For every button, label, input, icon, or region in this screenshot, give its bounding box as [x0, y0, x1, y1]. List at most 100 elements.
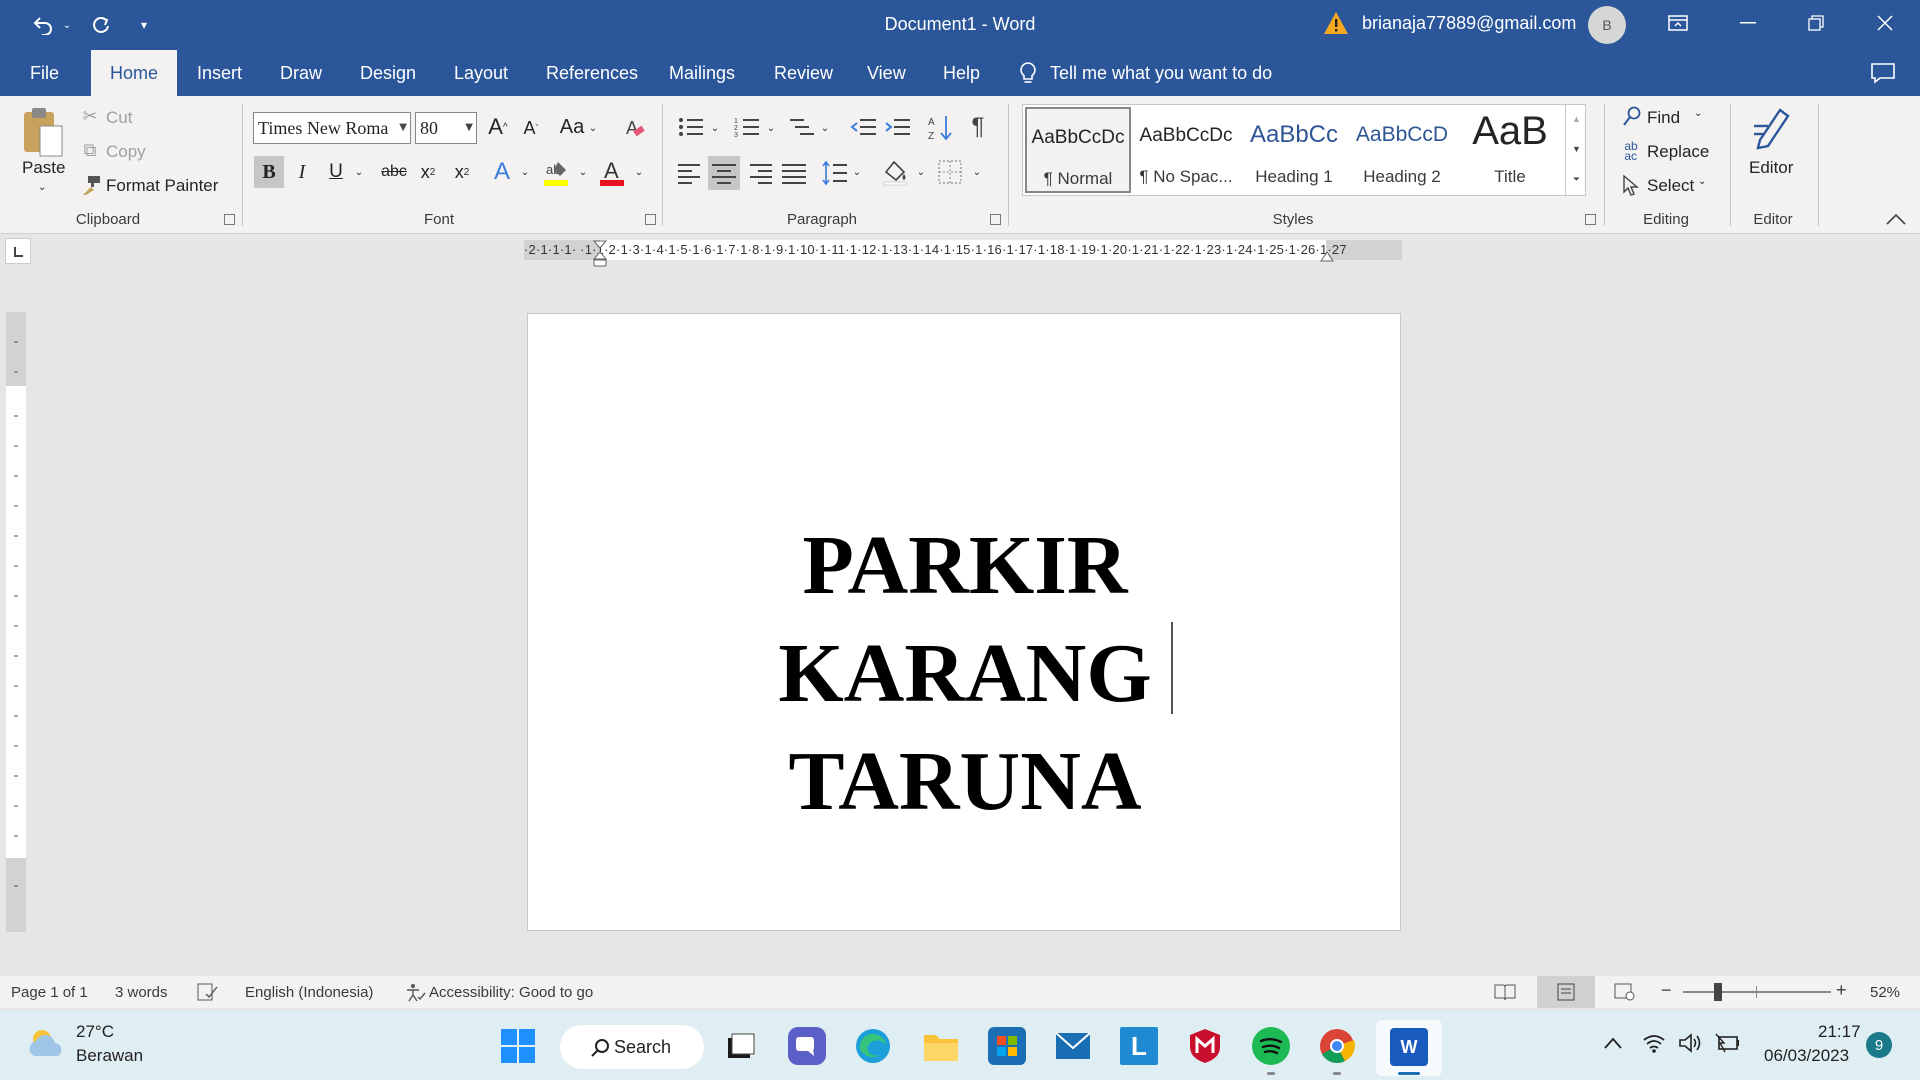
decrease-indent-icon[interactable]	[850, 116, 876, 138]
minimize-icon[interactable]	[1718, 0, 1778, 46]
tab-home[interactable]: Home	[91, 50, 177, 96]
style-no-spacing[interactable]: AaBbCcDc ¶ No Spac...	[1133, 107, 1239, 193]
edge-browser-icon[interactable]	[854, 1027, 892, 1065]
tab-view[interactable]: View	[853, 50, 920, 96]
shading-icon[interactable]	[882, 158, 910, 186]
document-line-1[interactable]: PARKIR	[528, 512, 1402, 620]
tab-insert[interactable]: Insert	[183, 50, 256, 96]
proofing-icon[interactable]	[197, 983, 219, 1001]
word-count[interactable]: 3 words	[115, 984, 168, 1001]
borders-icon[interactable]	[938, 160, 962, 184]
tab-review[interactable]: Review	[760, 50, 847, 96]
copy-button[interactable]: Copy	[106, 142, 146, 162]
undo-icon[interactable]	[26, 10, 60, 40]
customize-quick-access-icon[interactable]: ▾	[134, 10, 154, 40]
vertical-ruler[interactable]	[6, 312, 26, 932]
notification-badge[interactable]: 9	[1866, 1032, 1892, 1058]
accessibility-icon[interactable]	[404, 983, 426, 1003]
wifi-icon[interactable]	[1642, 1032, 1666, 1054]
find-button[interactable]: Find	[1647, 108, 1680, 128]
align-center-button[interactable]	[708, 156, 740, 190]
change-case-dropdown-icon[interactable]: ⌄	[586, 118, 600, 138]
font-launcher-icon[interactable]	[645, 214, 656, 225]
shrink-font-icon[interactable]: Aˇ	[518, 114, 544, 142]
print-layout-button[interactable]	[1537, 976, 1595, 1008]
replace-button[interactable]: Replace	[1647, 142, 1709, 162]
styles-launcher-icon[interactable]	[1585, 214, 1596, 225]
style-heading-1[interactable]: AaBbCc Heading 1	[1241, 107, 1347, 193]
select-dropdown-icon[interactable]: ⌄	[1698, 176, 1706, 187]
highlight-dropdown-icon[interactable]: ⌄	[576, 162, 590, 182]
document-page[interactable]: PARKIR KARANG TARUNA	[527, 313, 1401, 931]
bold-icon[interactable]: B	[254, 156, 284, 188]
tab-mailings[interactable]: Mailings	[655, 50, 749, 96]
style-heading-2[interactable]: AaBbCcD Heading 2	[1349, 107, 1455, 193]
zoom-in-button[interactable]: +	[1836, 980, 1847, 1001]
tab-references[interactable]: References	[532, 50, 652, 96]
clipboard-launcher-icon[interactable]	[224, 214, 235, 225]
highlight-icon[interactable]: ab	[542, 158, 570, 188]
grow-font-icon[interactable]: A ^	[484, 112, 512, 142]
zoom-slider[interactable]	[1683, 983, 1831, 1001]
file-explorer-icon[interactable]	[922, 1027, 960, 1065]
accessibility-status[interactable]: Accessibility: Good to go	[429, 984, 593, 1001]
paragraph-launcher-icon[interactable]	[990, 214, 1001, 225]
font-name-combo[interactable]: Times New Roma ▼	[253, 112, 411, 144]
line-spacing-icon[interactable]	[822, 160, 848, 186]
microsoft-store-icon[interactable]	[988, 1027, 1026, 1065]
mail-icon[interactable]	[1054, 1027, 1092, 1065]
increase-indent-icon[interactable]	[884, 116, 910, 138]
language-indicator[interactable]: English (Indonesia)	[245, 984, 373, 1001]
show-formatting-marks-icon[interactable]: ¶	[964, 112, 992, 142]
text-effects-icon[interactable]: A	[488, 156, 516, 188]
tab-file[interactable]: File	[16, 50, 73, 96]
indent-marker-icon[interactable]	[593, 240, 607, 268]
page-count[interactable]: Page 1 of 1	[11, 984, 88, 1001]
styles-scroll-down-icon[interactable]: ▼	[1566, 134, 1587, 164]
close-icon[interactable]	[1855, 0, 1915, 46]
document-line-2[interactable]: KARANG	[528, 620, 1402, 728]
chrome-icon[interactable]	[1318, 1027, 1356, 1065]
styles-more-icon[interactable]: ⏷	[1566, 164, 1587, 194]
select-button[interactable]: Select	[1647, 176, 1694, 196]
collapse-ribbon-chevron-icon[interactable]	[1885, 212, 1907, 226]
document-body[interactable]: PARKIR KARANG TARUNA	[528, 512, 1402, 836]
justify-icon[interactable]	[782, 162, 806, 184]
numbering-dropdown-icon[interactable]: ⌄	[764, 118, 778, 138]
subscript-icon[interactable]: x2	[414, 156, 442, 188]
clock-date[interactable]: 06/03/2023	[1764, 1046, 1849, 1066]
editor-button[interactable]: Editor	[1749, 158, 1793, 178]
multilevel-dropdown-icon[interactable]: ⌄	[818, 118, 832, 138]
tab-help[interactable]: Help	[929, 50, 994, 96]
right-indent-marker-icon[interactable]	[1320, 250, 1334, 262]
word-taskbar-button[interactable]: W	[1376, 1020, 1442, 1076]
font-color-dropdown-icon[interactable]: ⌄	[632, 162, 646, 182]
shading-dropdown-icon[interactable]: ⌄	[914, 162, 928, 182]
paste-dropdown-chevron-icon[interactable]: ⌄	[38, 182, 46, 193]
show-hidden-icons-chevron-icon[interactable]	[1603, 1036, 1623, 1050]
comments-icon[interactable]	[1870, 62, 1896, 84]
tab-layout[interactable]: Layout	[440, 50, 522, 96]
underline-dropdown-icon[interactable]: ⌄	[352, 162, 366, 182]
zoom-slider-thumb[interactable]	[1713, 983, 1722, 1001]
cut-button[interactable]: Cut	[106, 108, 132, 128]
font-color-icon[interactable]: A	[598, 158, 626, 188]
editor-icon[interactable]	[1750, 104, 1794, 150]
style-normal[interactable]: AaBbCcDc ¶ Normal	[1025, 107, 1131, 193]
font-size-dropdown-icon[interactable]: ▼	[465, 122, 473, 133]
italic-icon[interactable]: I	[288, 156, 316, 188]
bullets-icon[interactable]	[678, 116, 704, 138]
styles-scroll-up-icon[interactable]: ▲	[1566, 104, 1587, 134]
battery-icon[interactable]	[1714, 1032, 1740, 1054]
windows-start-icon[interactable]	[500, 1028, 536, 1064]
l-app-icon[interactable]: L	[1120, 1027, 1158, 1065]
ribbon-display-options-icon[interactable]	[1648, 0, 1708, 46]
font-size-combo[interactable]: 80 ▼	[415, 112, 477, 144]
mcafee-shield-icon[interactable]	[1186, 1027, 1224, 1065]
align-right-icon[interactable]	[748, 162, 772, 184]
avatar[interactable]: B	[1588, 6, 1626, 44]
clear-formatting-icon[interactable]: A	[624, 116, 646, 140]
change-case-button[interactable]: Aa	[558, 112, 586, 142]
sort-icon[interactable]: AZ	[928, 114, 952, 142]
font-name-dropdown-icon[interactable]: ▼	[399, 122, 407, 133]
